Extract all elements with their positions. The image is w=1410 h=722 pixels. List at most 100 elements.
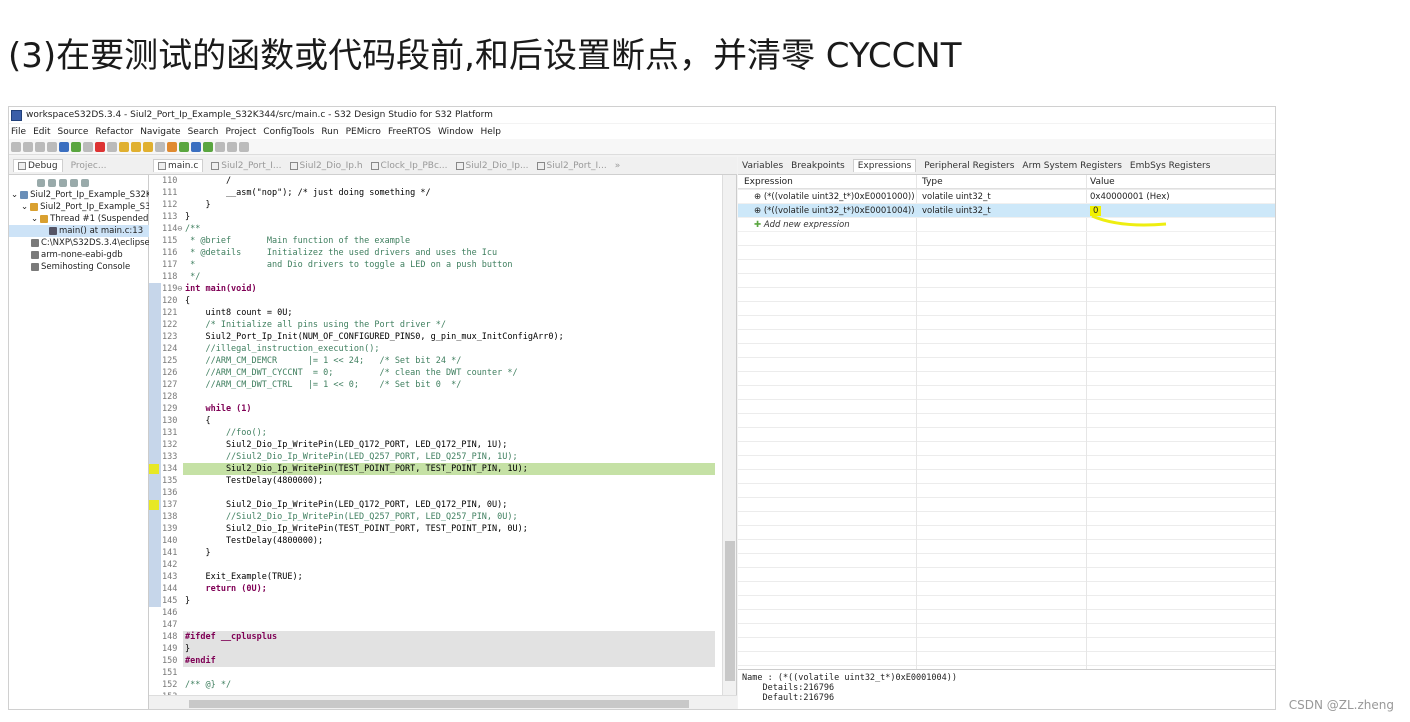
expression-row-selected[interactable]: ⊕ (*((volatile uint32_t*)0xE0001004)) vo… <box>738 204 1275 218</box>
instruction-step-icon[interactable] <box>155 141 165 152</box>
tab-embsys-registers[interactable]: EmbSys Registers <box>1130 161 1211 171</box>
code-line[interactable]: 147 <box>149 619 715 631</box>
editor-tab[interactable]: main.c <box>153 159 204 172</box>
step-into-icon[interactable] <box>119 141 129 152</box>
gutter[interactable] <box>149 175 161 187</box>
menu-item-source[interactable]: Source <box>58 127 89 137</box>
menu-item-freertos[interactable]: FreeRTOS <box>388 127 431 137</box>
gutter[interactable] <box>149 307 161 319</box>
tree-item-gdb[interactable]: arm-none-eabi-gdb <box>9 249 149 261</box>
suspend-icon[interactable] <box>83 141 93 152</box>
code-line[interactable]: 118 */ <box>149 271 715 283</box>
editor-horizontal-scrollbar[interactable] <box>149 695 737 709</box>
code-line[interactable]: 120 { <box>149 295 715 307</box>
code-line[interactable]: 125 //ARM_CM_DEMCR |= 1 << 24; /* Set bi… <box>149 355 715 367</box>
code-line[interactable]: 152 /** @} */ <box>149 679 715 691</box>
tree-item-path[interactable]: C:\NXP\S32DS.3.4\eclipse <box>9 237 149 249</box>
link-icon[interactable] <box>48 179 56 187</box>
gutter[interactable] <box>149 283 161 295</box>
column-type[interactable]: Type <box>916 177 1086 187</box>
column-value[interactable]: Value <box>1086 177 1275 187</box>
gutter[interactable] <box>149 367 161 379</box>
debug-config-icon[interactable] <box>191 141 201 152</box>
editor-tab[interactable]: Siul2_Dio_Ip... <box>455 161 529 171</box>
search-icon[interactable] <box>215 141 225 152</box>
gutter[interactable] <box>149 619 161 631</box>
code-line[interactable]: 124 //illegal_instruction_execution(); <box>149 343 715 355</box>
gutter[interactable] <box>149 427 161 439</box>
print-icon[interactable] <box>47 141 57 152</box>
code-line[interactable]: 140 TestDelay(4800000); <box>149 535 715 547</box>
gutter[interactable] <box>149 463 161 475</box>
code-line[interactable]: 117 * and Dio drivers to toggle a LED on… <box>149 259 715 271</box>
code-line[interactable]: 136 <box>149 487 715 499</box>
gutter[interactable] <box>149 271 161 283</box>
editor-tab[interactable]: Clock_Ip_PBc... <box>370 161 448 171</box>
gutter[interactable] <box>149 391 161 403</box>
gutter[interactable] <box>149 547 161 559</box>
save-all-icon[interactable] <box>35 141 45 152</box>
gutter[interactable] <box>149 295 161 307</box>
tree-item-stack-frame[interactable]: main() at main.c:13 <box>9 225 149 237</box>
step-over-icon[interactable] <box>131 141 141 152</box>
gutter[interactable] <box>149 223 161 235</box>
gutter[interactable] <box>149 211 161 223</box>
tab-expressions[interactable]: Expressions <box>852 159 917 172</box>
gutter[interactable] <box>149 343 161 355</box>
code-line[interactable]: 141 } <box>149 547 715 559</box>
editor-tab[interactable]: Siul2_Port_I... <box>536 161 607 171</box>
gutter[interactable] <box>149 403 161 415</box>
code-line[interactable]: 114⊖/** <box>149 223 715 235</box>
gutter[interactable] <box>149 355 161 367</box>
code-line[interactable]: 129 while (1) <box>149 403 715 415</box>
breakpoint-icon[interactable] <box>149 500 159 510</box>
tree-item-thread[interactable]: ⌄ Thread #1 (Suspended <box>9 213 149 225</box>
editor-tab[interactable]: » <box>615 161 621 171</box>
code-line[interactable]: 131 //foo(); <box>149 427 715 439</box>
scroll-thumb[interactable] <box>725 541 735 681</box>
gutter[interactable] <box>149 235 161 247</box>
gutter[interactable] <box>149 475 161 487</box>
code-line[interactable]: 143 Exit_Example(TRUE); <box>149 571 715 583</box>
code-line[interactable]: 127 //ARM_CM_DWT_CTRL |= 1 << 0; /* Set … <box>149 379 715 391</box>
menu-icon[interactable] <box>81 179 89 187</box>
menu-item-search[interactable]: Search <box>188 127 219 137</box>
save-icon[interactable] <box>23 141 33 152</box>
code-line[interactable]: 133 //Siul2_Dio_Ip_WritePin(LED_Q257_POR… <box>149 451 715 463</box>
code-line[interactable]: 119⊖ int main(void) <box>149 283 715 295</box>
back-icon[interactable] <box>227 141 237 152</box>
tree-item-process[interactable]: ⌄ Siul2_Port_Ip_Example_S3 <box>9 201 149 213</box>
breakpoint-icon[interactable] <box>149 464 159 474</box>
menu-item-refactor[interactable]: Refactor <box>95 127 133 137</box>
code-line[interactable]: 142 <box>149 559 715 571</box>
tab-breakpoints[interactable]: Breakpoints <box>791 161 845 171</box>
gutter[interactable] <box>149 451 161 463</box>
tab-variables[interactable]: Variables <box>742 161 783 171</box>
code-line[interactable]: 115 * @brief Main function of the exampl… <box>149 235 715 247</box>
code-line[interactable]: 135 TestDelay(4800000); <box>149 475 715 487</box>
code-line[interactable]: 150 #endif <box>149 655 715 667</box>
code-line[interactable]: 122 /* Initialize all pins using the Por… <box>149 319 715 331</box>
gutter[interactable] <box>149 331 161 343</box>
gutter[interactable] <box>149 415 161 427</box>
gutter[interactable] <box>149 535 161 547</box>
collapse-icon[interactable] <box>37 179 45 187</box>
gutter[interactable] <box>149 187 161 199</box>
menu-item-edit[interactable]: Edit <box>33 127 50 137</box>
code-line[interactable]: 116 * @details Initializez the used driv… <box>149 247 715 259</box>
gutter[interactable] <box>149 583 161 595</box>
tab-arm-system-registers[interactable]: Arm System Registers <box>1022 161 1122 171</box>
code-line[interactable]: 112 } <box>149 199 715 211</box>
gutter[interactable] <box>149 199 161 211</box>
layout-icon[interactable] <box>59 179 67 187</box>
code-line[interactable]: 121 uint8 count = 0U; <box>149 307 715 319</box>
code-line[interactable]: 139 Siul2_Dio_Ip_WritePin(TEST_POINT_POR… <box>149 523 715 535</box>
menu-item-run[interactable]: Run <box>321 127 338 137</box>
code-area[interactable]: 110 /111 __asm("nop"); /* just doing som… <box>149 175 715 695</box>
code-line[interactable]: 148 #ifdef __cplusplus <box>149 631 715 643</box>
menu-item-pemicro[interactable]: PEMicro <box>346 127 381 137</box>
code-line[interactable]: 151 <box>149 667 715 679</box>
run-icon[interactable] <box>179 141 189 152</box>
code-line[interactable]: 144 return (0U); <box>149 583 715 595</box>
menu-item-navigate[interactable]: Navigate <box>140 127 180 137</box>
